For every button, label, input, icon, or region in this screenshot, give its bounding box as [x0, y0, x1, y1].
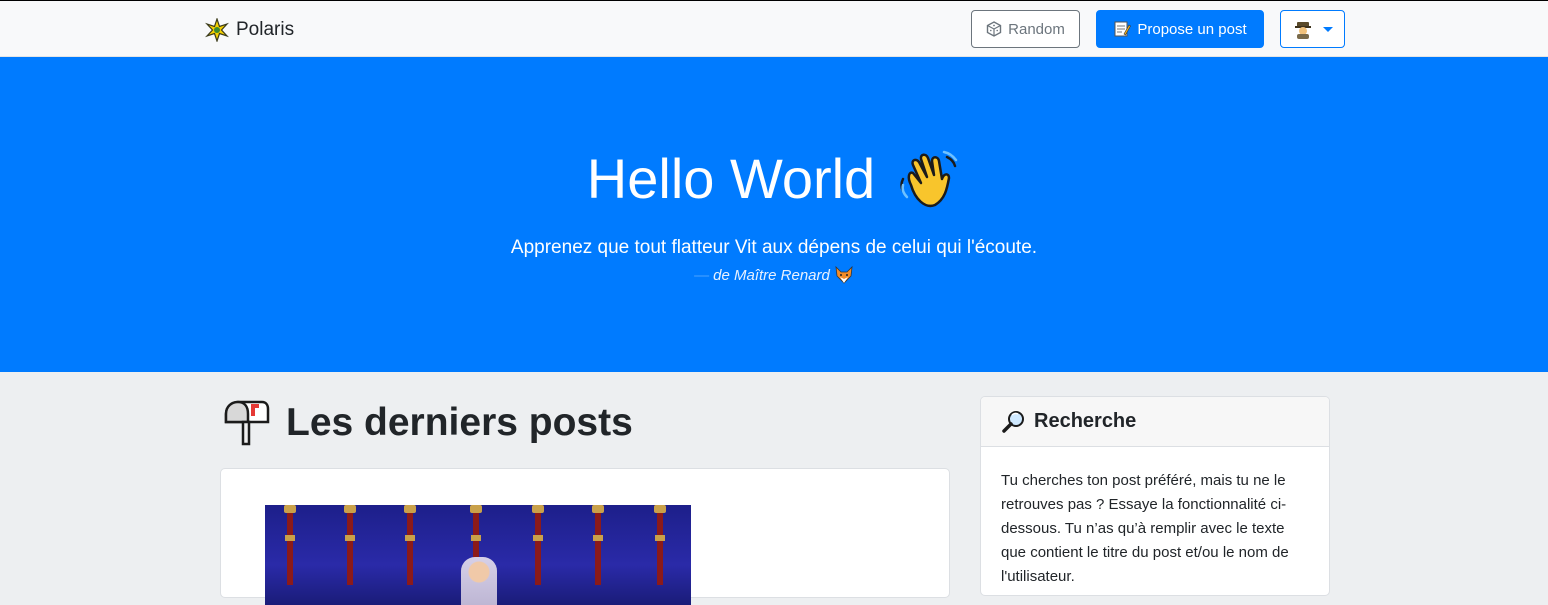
propose-post-label: Propose un post [1137, 20, 1247, 38]
hero-citation: — de Maître Renard [0, 265, 1548, 285]
stage-pillar [284, 505, 296, 585]
post-gif-image[interactable] [265, 505, 691, 605]
hero-quote: Apprenez que tout flatteur Vit aux dépen… [510, 237, 1038, 258]
navbar: Polaris Random Propose un post [0, 0, 1548, 57]
search-card-header: Recherche [981, 397, 1329, 447]
stage-pillar [592, 505, 604, 585]
search-card: Recherche Tu cherches ton post préféré, … [980, 396, 1330, 596]
hero-banner: Hello World Apprenez que tout flatteur V… [0, 57, 1548, 372]
sparkle-star-icon [205, 18, 229, 42]
chevron-down-icon [1322, 26, 1333, 32]
hero-title-text: Hello World [586, 147, 876, 210]
dice-icon [986, 21, 1002, 37]
post-card[interactable] [220, 468, 950, 605]
hero-title: Hello World [0, 145, 1548, 213]
stage-pillar [532, 505, 544, 585]
propose-post-button[interactable]: Propose un post [1096, 10, 1264, 48]
detective-avatar-icon [1294, 22, 1311, 39]
latest-posts-heading: Les derniers posts [222, 398, 633, 448]
random-button[interactable]: Random [971, 10, 1080, 48]
search-description: Tu cherches ton post préféré, mais tu ne… [1001, 472, 1289, 585]
stage-pillar [404, 505, 416, 585]
stage-pillar [344, 505, 356, 585]
search-title: Recherche [1034, 410, 1137, 432]
waving-hand-icon [900, 150, 958, 208]
random-label: Random [1008, 20, 1065, 38]
cite-dash: — [694, 266, 710, 284]
latest-posts-title: Les derniers posts [286, 401, 633, 444]
cite-author: de Maître Renard [713, 266, 830, 284]
user-menu-button[interactable] [1280, 10, 1345, 48]
memo-icon [1114, 21, 1132, 37]
stage-figure [461, 557, 497, 605]
fox-icon [835, 265, 853, 284]
brand-link[interactable]: Polaris [205, 18, 294, 42]
stage-pillar [654, 505, 666, 585]
mailbox-icon [224, 400, 270, 446]
magnifier-icon [1002, 410, 1024, 433]
brand-name: Polaris [236, 19, 295, 40]
